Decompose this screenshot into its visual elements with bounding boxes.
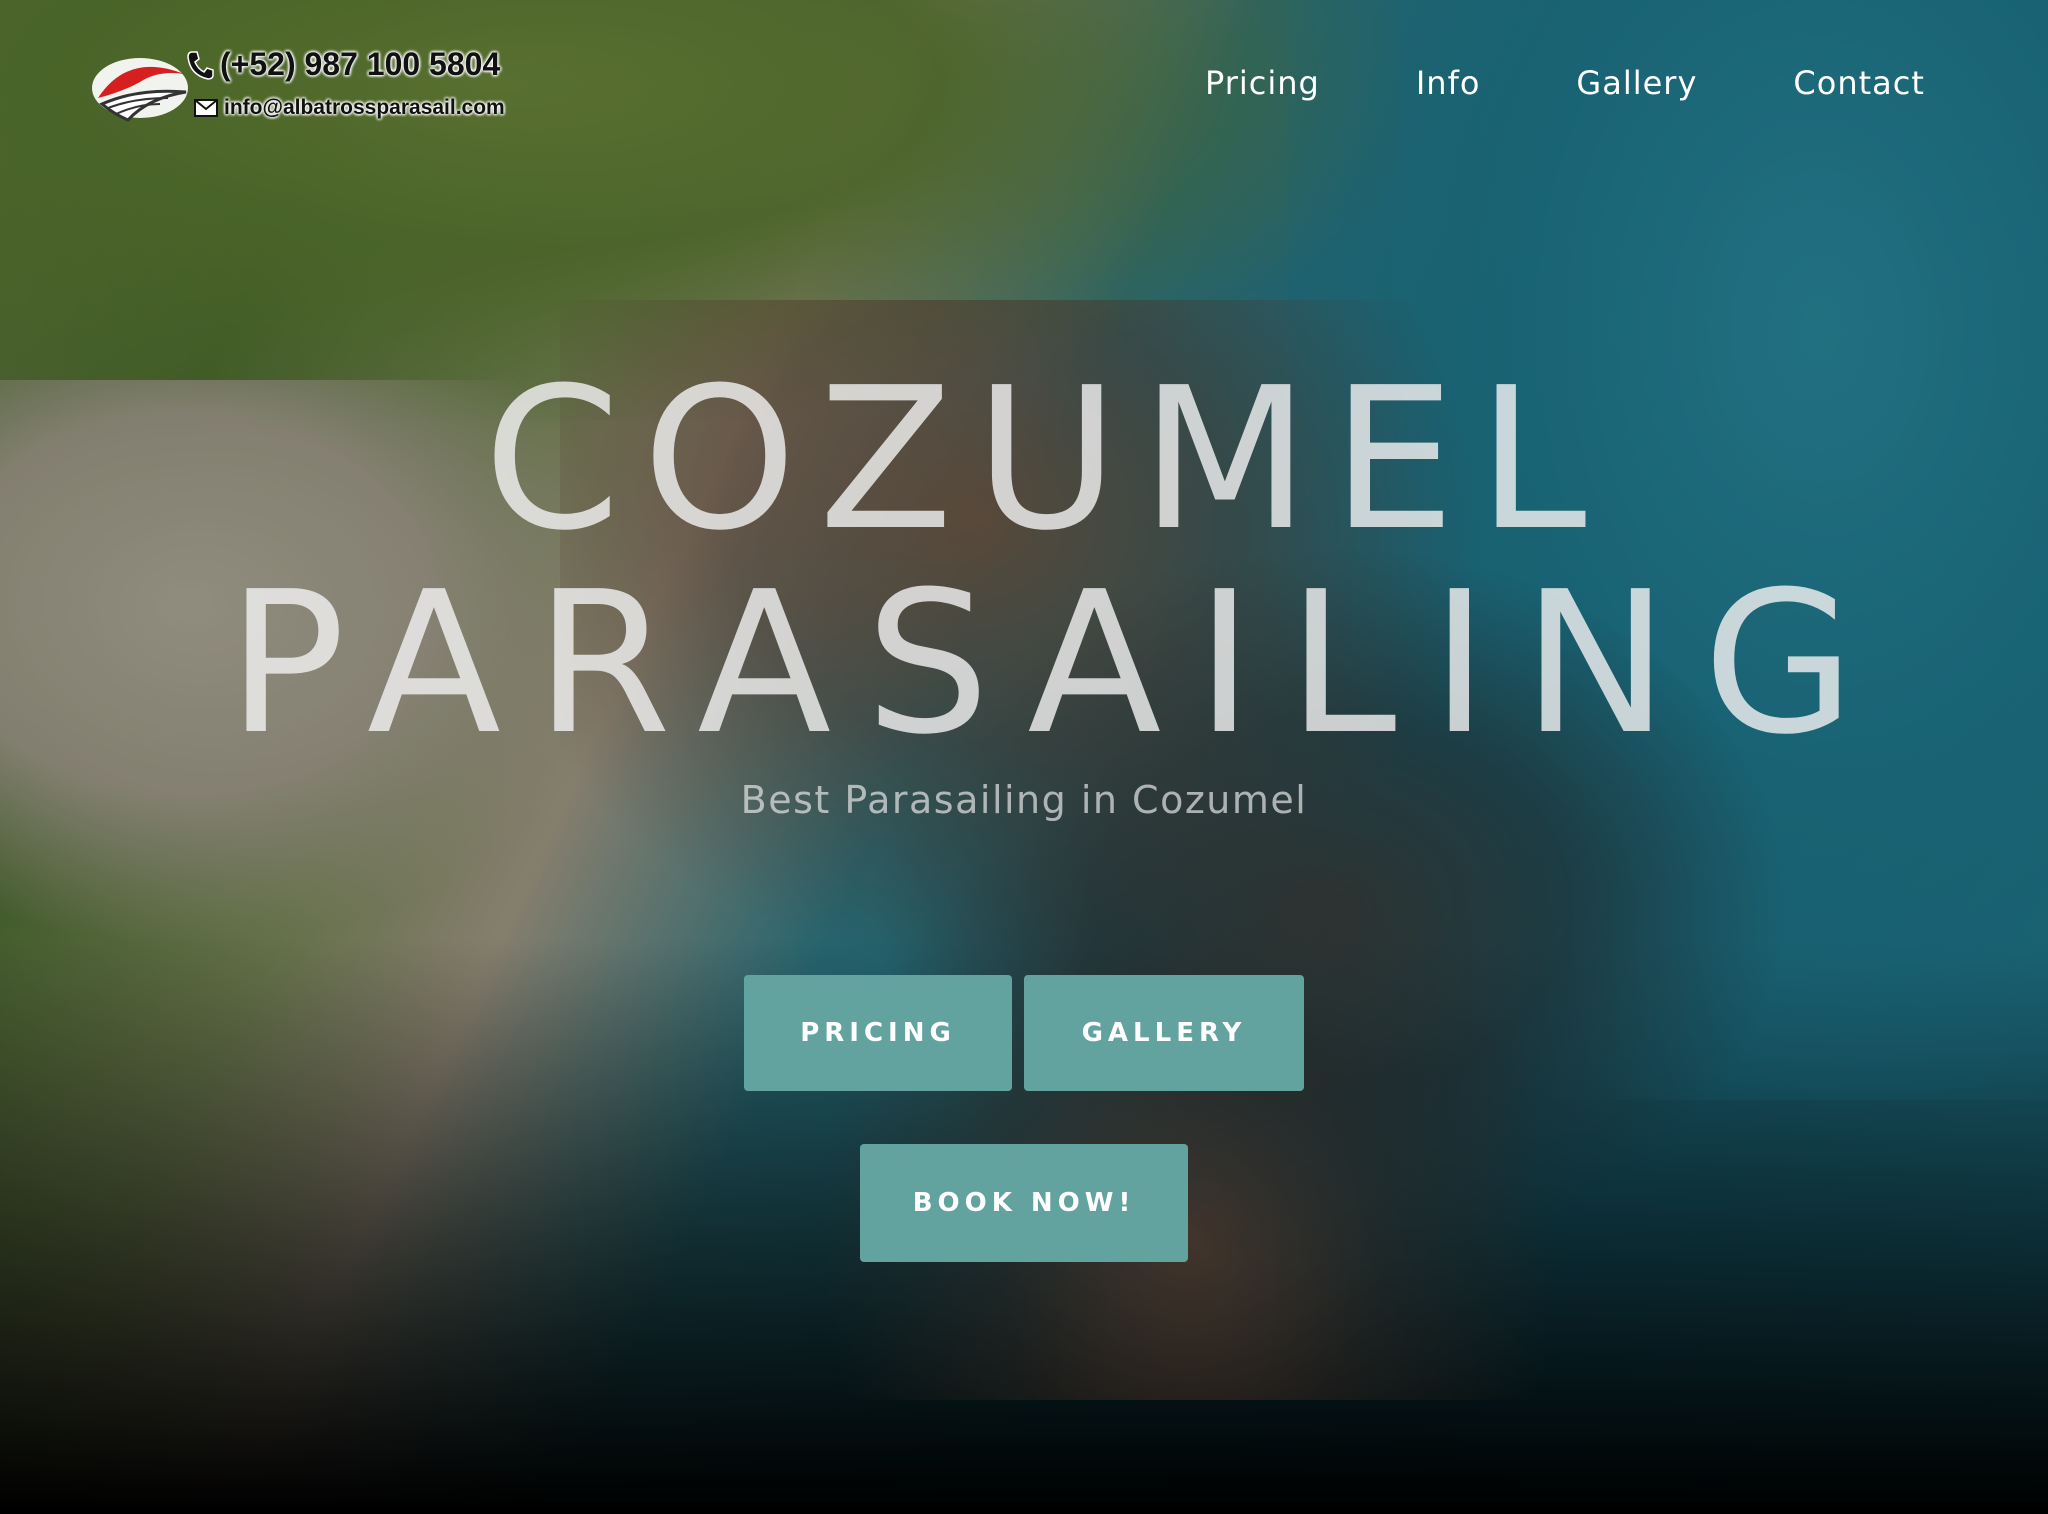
header-phone[interactable]: (+52) 987 100 5804 (186, 46, 500, 83)
nav-item-pricing[interactable]: Pricing (1205, 64, 1320, 102)
parasail-logo-icon[interactable] (88, 48, 198, 132)
phone-icon (186, 50, 214, 80)
main-nav: Pricing Info Gallery Contact (1205, 64, 1925, 102)
nav-item-contact[interactable]: Contact (1793, 64, 1925, 102)
site-header: (+52) 987 100 5804 info@albatrossparasai… (0, 0, 2048, 140)
email-address: info@albatrossparasail.com (224, 96, 505, 119)
header-email[interactable]: info@albatrossparasail.com (194, 96, 505, 120)
nav-item-gallery[interactable]: Gallery (1576, 64, 1697, 102)
mail-icon (194, 99, 218, 117)
hero-section: (+52) 987 100 5804 info@albatrossparasai… (0, 0, 2048, 1514)
book-now-button[interactable]: BOOK NOW! (860, 1144, 1188, 1262)
nav-item-info[interactable]: Info (1416, 64, 1481, 102)
phone-number: (+52) 987 100 5804 (220, 46, 501, 82)
hero-title-line-2: PARASAILING (227, 550, 1889, 778)
pricing-button[interactable]: PRICING (744, 975, 1012, 1091)
gallery-button[interactable]: GALLERY (1024, 975, 1304, 1091)
hero-title-line-1: COZUMEL (483, 346, 1609, 574)
hero-subtitle: Best Parasailing in Cozumel (740, 778, 1308, 822)
